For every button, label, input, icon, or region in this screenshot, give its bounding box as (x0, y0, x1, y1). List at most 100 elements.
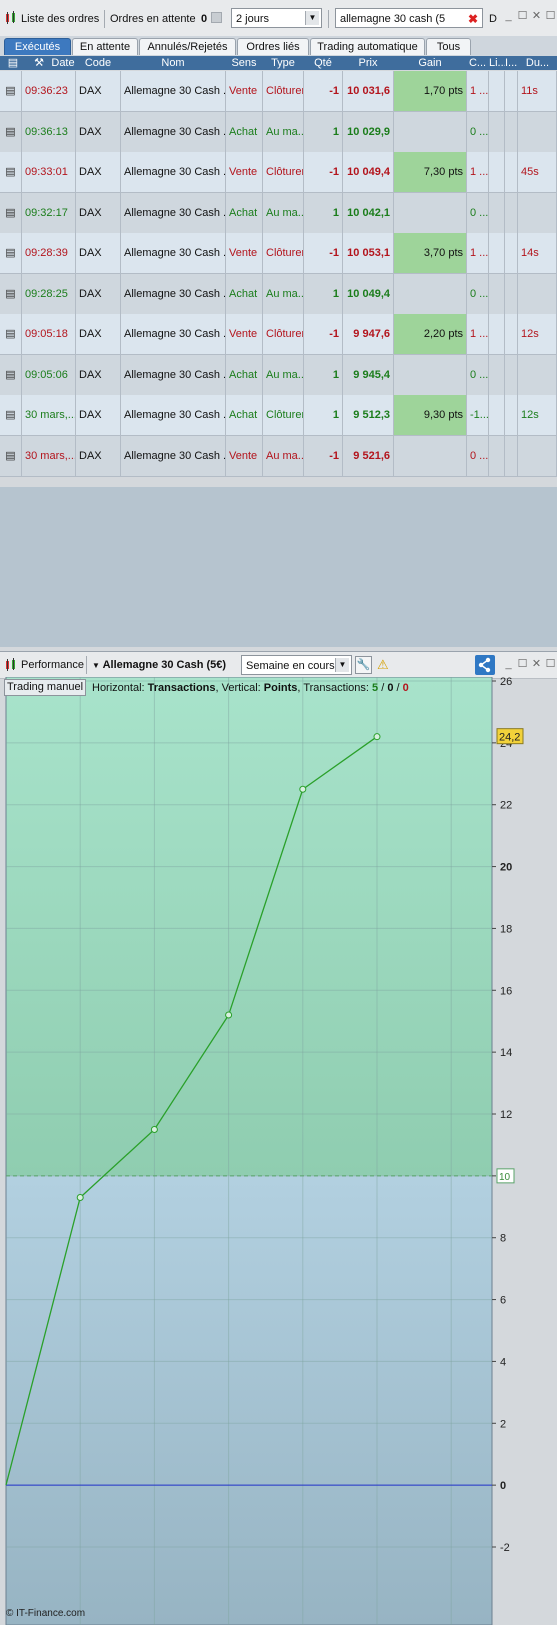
table-row[interactable]: ▤ 09:33:01 DAX Allemagne 30 Cash ... Vente Cl… (0, 152, 557, 193)
caret-down-icon: ▼ (92, 661, 100, 670)
clear-pending-icon[interactable] (211, 12, 222, 23)
cell-type: Clôturer (263, 71, 304, 111)
pending-orders-count: 0 (201, 13, 208, 25)
extra-window-icon[interactable]: ☐ (545, 10, 556, 23)
row-detail-icon[interactable]: ▤ (0, 192, 22, 233)
table-row[interactable]: ▤ 30 mars,... DAX Allemagne 30 Cash ... Acha… (0, 395, 557, 436)
cell-sens: Achat (226, 354, 263, 395)
column-header-c[interactable]: C... (467, 56, 488, 70)
cell-qte: 1 (304, 192, 343, 233)
row-select-icon[interactable]: ▤ (6, 56, 20, 70)
cell-li (489, 71, 505, 111)
table-row[interactable]: ▤ 09:36:13 DAX Allemagne 30 Cash ... Achat Au… (0, 111, 557, 153)
table-row[interactable]: ▤ 09:28:39 DAX Allemagne 30 Cash ... Vente Cl… (0, 233, 557, 274)
maximize-icon[interactable]: ☐ (517, 658, 528, 671)
table-row[interactable]: ▤ 09:36:23 DAX Allemagne 30 Cash ... Vente Cl… (0, 71, 557, 112)
search-input[interactable]: allemagne 30 cash (5 ✖ (335, 8, 483, 28)
cell-i (505, 395, 518, 435)
cell-gain (394, 354, 467, 395)
tab-ordres-lies[interactable]: Ordres liés (237, 38, 309, 55)
info-vertical-value: Points (263, 682, 298, 694)
toolbar-trailing-label: D (489, 13, 497, 25)
share-icon[interactable] (475, 655, 495, 675)
cell-qte: 1 (304, 273, 343, 314)
cell-c: 1 ... (467, 314, 489, 354)
extra-window-icon[interactable]: ☐ (545, 658, 556, 671)
cell-c: 1 ... (467, 71, 489, 111)
column-header-gain[interactable]: Gain (394, 56, 466, 70)
y-tick-label: 4 (500, 1356, 506, 1368)
trading-manuel-button[interactable]: Trading manuel (4, 679, 86, 696)
table-row[interactable]: ▤ 09:05:06 DAX Allemagne 30 Cash ... Achat Au… (0, 354, 557, 396)
minimize-icon[interactable]: _ (503, 10, 514, 23)
cell-sens: Vente (226, 314, 263, 354)
cell-sens: Vente (226, 71, 263, 111)
cell-qte: -1 (304, 71, 343, 111)
table-row[interactable]: ▤ 09:32:17 DAX Allemagne 30 Cash ... Achat Au… (0, 192, 557, 234)
tab-tous[interactable]: Tous (426, 38, 471, 55)
info-transactions-label: , Transactions: (297, 682, 373, 694)
y-tick-label: 0 (500, 1480, 506, 1492)
column-header-prix[interactable]: Prix (343, 56, 393, 70)
cell-du: 14s (518, 233, 557, 273)
column-header-code[interactable]: Code (76, 56, 120, 70)
column-header-li[interactable]: Li... (489, 56, 505, 70)
performance-chart: 26242220181614121086420-224,210 © IT-Fin… (5, 677, 524, 1625)
pending-orders-label[interactable]: Ordres en attente (110, 9, 196, 29)
tab-annules-rejetes[interactable]: Annulés/Rejetés (139, 38, 236, 55)
tab-trading-automatique[interactable]: Trading automatique (310, 38, 425, 55)
clear-search-icon[interactable]: ✖ (468, 9, 478, 29)
row-detail-icon[interactable]: ▤ (0, 111, 22, 152)
cell-gain (394, 111, 467, 152)
period-range-value: Semaine en cours (246, 660, 335, 672)
y-tick-label: 22 (500, 800, 512, 812)
data-point[interactable] (76, 1194, 84, 1202)
cell-nom: Allemagne 30 Cash ... (121, 354, 226, 395)
minimize-icon[interactable]: _ (503, 658, 514, 671)
column-header-qte[interactable]: Qté (304, 56, 342, 70)
column-header-du[interactable]: Du... (518, 56, 557, 70)
row-detail-icon[interactable]: ▤ (0, 233, 22, 273)
column-header-date[interactable]: Date (50, 56, 76, 70)
orders-list-label[interactable]: Liste des ordres (21, 9, 99, 29)
cell-sens: Achat (226, 395, 263, 435)
data-point[interactable] (150, 1125, 158, 1133)
data-point[interactable] (299, 785, 307, 793)
table-row[interactable]: ▤ 09:28:25 DAX Allemagne 30 Cash ... Achat Au… (0, 273, 557, 315)
warning-icon[interactable]: ⚠ (377, 657, 389, 673)
instrument-dropdown[interactable]: ▼ Allemagne 30 Cash (5€) (92, 655, 226, 675)
cell-i (505, 152, 518, 192)
row-detail-icon[interactable]: ▤ (0, 314, 22, 354)
wrench-icon[interactable]: 🔧 (355, 656, 372, 674)
close-icon[interactable]: ✕ (531, 658, 542, 671)
row-detail-icon[interactable]: ▤ (0, 354, 22, 395)
cell-prix: 9 512,3 (343, 395, 394, 435)
y-tick-label: 2 (500, 1418, 506, 1430)
column-header-sens[interactable]: Sens (226, 56, 262, 70)
row-detail-icon[interactable]: ▤ (0, 152, 22, 192)
column-header-i[interactable]: I... (505, 56, 517, 70)
table-row[interactable]: ▤ 30 mars,... DAX Allemagne 30 Cash ... Vent… (0, 435, 557, 477)
chevron-down-icon[interactable]: ▼ (305, 11, 319, 25)
table-row[interactable]: ▤ 09:05:18 DAX Allemagne 30 Cash ... Vente Cl… (0, 314, 557, 355)
cell-du: 12s (518, 314, 557, 354)
chevron-down-icon[interactable]: ▼ (335, 658, 349, 672)
row-detail-icon[interactable]: ▤ (0, 71, 22, 111)
performance-label: Performance (21, 659, 84, 671)
tab-executes[interactable]: Exécutés (4, 38, 71, 55)
column-header-type[interactable]: Type (263, 56, 303, 70)
period-select[interactable]: 2 jours ▼ (231, 8, 322, 28)
row-detail-icon[interactable]: ▤ (0, 435, 22, 476)
data-point[interactable] (225, 1011, 233, 1019)
close-icon[interactable]: ✕ (531, 10, 542, 23)
row-detail-icon[interactable]: ▤ (0, 273, 22, 314)
period-range-select[interactable]: Semaine en cours ▼ (241, 655, 352, 675)
cell-nom: Allemagne 30 Cash ... (121, 71, 226, 111)
column-header-nom[interactable]: Nom (121, 56, 225, 70)
tab-en-attente[interactable]: En attente (72, 38, 138, 55)
data-point[interactable] (373, 733, 381, 741)
maximize-icon[interactable]: ☐ (517, 10, 528, 23)
row-detail-icon[interactable]: ▤ (0, 395, 22, 435)
cell-type: Clôturer (263, 152, 304, 192)
cell-code: DAX (76, 192, 121, 233)
